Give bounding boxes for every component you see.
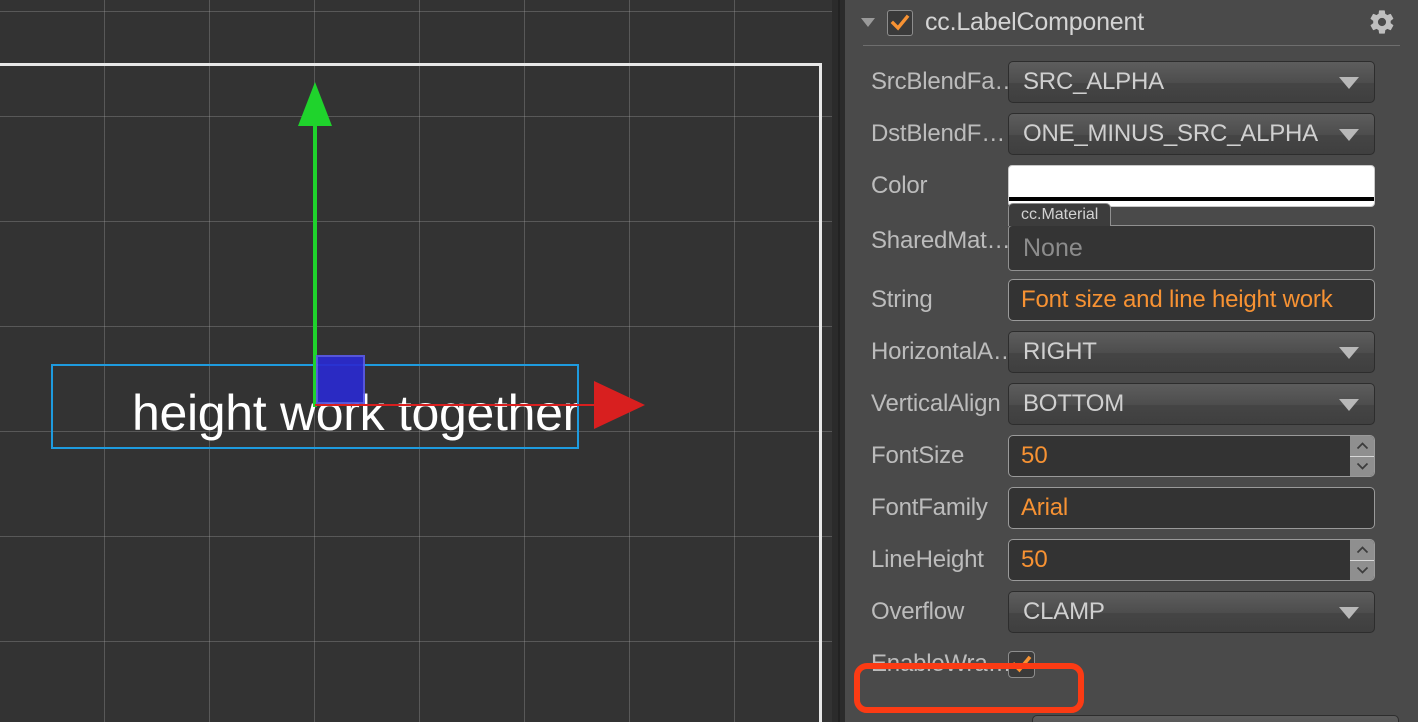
stepper-up-icon[interactable]	[1350, 540, 1374, 560]
fontfamily-value: Arial	[1021, 494, 1069, 521]
stepper-up-icon[interactable]	[1350, 436, 1374, 456]
dstblendfactor-select[interactable]: ONE_MINUS_SRC_ALPHA	[1008, 113, 1375, 155]
x-axis-arrow[interactable]	[315, 404, 598, 406]
enablewraptext-checkbox-field[interactable]	[1008, 650, 1375, 678]
color-swatch-field[interactable]	[1008, 165, 1375, 207]
property-label: FontSize	[871, 442, 965, 469]
select-value: SRC_ALPHA	[1023, 68, 1164, 95]
property-label: LineHeight	[871, 546, 984, 573]
scene-grid	[0, 0, 832, 722]
component-enabled-checkbox[interactable]	[887, 9, 913, 36]
stepper-down-icon[interactable]	[1350, 455, 1374, 477]
overflow-select[interactable]: CLAMP	[1008, 591, 1375, 633]
property-label: EnableWra…	[871, 650, 1012, 677]
component-header[interactable]: cc.LabelComponent	[845, 0, 1418, 46]
color-alpha-bar	[1009, 197, 1374, 201]
inspector-panel: cc.LabelComponent SrcBlendFa… SRC_ALPHA …	[845, 0, 1418, 722]
asset-type-tab: cc.Material	[1008, 203, 1112, 226]
stepper-down-icon[interactable]	[1350, 559, 1374, 581]
select-value: CLAMP	[1023, 598, 1105, 625]
fontfamily-input[interactable]: Arial	[1008, 487, 1375, 529]
chevron-down-icon[interactable]	[1339, 129, 1359, 141]
srcblendfactor-select[interactable]: SRC_ALPHA	[1008, 61, 1375, 103]
property-label: HorizontalA…	[871, 338, 1017, 365]
gear-icon[interactable]	[1368, 8, 1396, 36]
header-divider	[863, 45, 1400, 46]
property-row-dstblendfactor: DstBlendF… ONE_MINUS_SRC_ALPHA	[845, 108, 1418, 160]
color-swatch[interactable]	[1008, 165, 1375, 207]
fontsize-value: 50	[1021, 442, 1048, 469]
chevron-down-icon[interactable]	[1339, 77, 1359, 89]
xy-plane-handle[interactable]	[316, 355, 365, 404]
property-row-srcblendfactor: SrcBlendFa… SRC_ALPHA	[845, 56, 1418, 108]
scene-view[interactable]: Font size and line height work together	[0, 0, 832, 722]
editor-window: Font size and line height work together …	[0, 0, 1418, 722]
lineheight-stepper[interactable]: 50	[1008, 539, 1375, 581]
property-row-string: String Font size and line height work	[845, 274, 1418, 326]
chevron-down-icon[interactable]	[1339, 399, 1359, 411]
horizontalalign-select[interactable]: RIGHT	[1008, 331, 1375, 373]
property-label: VerticalAlign	[871, 390, 1001, 417]
fontsize-stepper[interactable]: 50	[1008, 435, 1375, 477]
property-label: SrcBlendFa…	[871, 68, 1019, 95]
lineheight-value: 50	[1021, 546, 1048, 573]
property-label: String	[871, 286, 933, 313]
string-value: Font size and line height work	[1021, 286, 1333, 313]
verticalalign-select[interactable]: BOTTOM	[1008, 383, 1375, 425]
string-input[interactable]: Font size and line height work	[1008, 279, 1375, 321]
chevron-down-icon[interactable]	[861, 18, 875, 27]
property-row-verticalalign: VerticalAlign BOTTOM	[845, 378, 1418, 430]
property-label: Color	[871, 172, 928, 199]
next-property-field-partial[interactable]	[1032, 715, 1399, 722]
enablewraptext-checkbox[interactable]	[1008, 650, 1035, 678]
select-value: ONE_MINUS_SRC_ALPHA	[1023, 120, 1318, 147]
asset-value: None	[1023, 233, 1083, 262]
property-label: DstBlendF…	[871, 120, 1006, 147]
property-row-lineheight: LineHeight 50	[845, 534, 1418, 586]
panel-divider[interactable]	[832, 0, 845, 722]
property-label: Overflow	[871, 598, 965, 625]
select-value: BOTTOM	[1023, 390, 1125, 417]
lineheight-spinner[interactable]	[1350, 540, 1374, 580]
property-row-enablewraptext: EnableWra…	[845, 638, 1418, 690]
fontsize-spinner[interactable]	[1350, 436, 1374, 476]
property-row-sharedmaterial: SharedMat… cc.Material None	[845, 203, 1418, 271]
chevron-down-icon[interactable]	[1339, 347, 1359, 359]
property-row-horizontalalign: HorizontalA… RIGHT	[845, 326, 1418, 378]
property-row-overflow: Overflow CLAMP	[845, 586, 1418, 638]
property-label: SharedMat…	[871, 227, 1011, 254]
property-label: FontFamily	[871, 494, 988, 521]
select-value: RIGHT	[1023, 338, 1097, 365]
property-row-fontfamily: FontFamily Arial	[845, 482, 1418, 534]
sharedmaterial-asset-field[interactable]: cc.Material None	[1008, 203, 1375, 271]
property-row-fontsize: FontSize 50	[845, 430, 1418, 482]
component-title: cc.LabelComponent	[925, 8, 1144, 36]
chevron-down-icon[interactable]	[1339, 607, 1359, 619]
x-axis-arrowhead-icon[interactable]	[594, 381, 645, 429]
y-axis-arrowhead-icon[interactable]	[298, 82, 332, 126]
property-row-color: Color	[845, 160, 1418, 212]
